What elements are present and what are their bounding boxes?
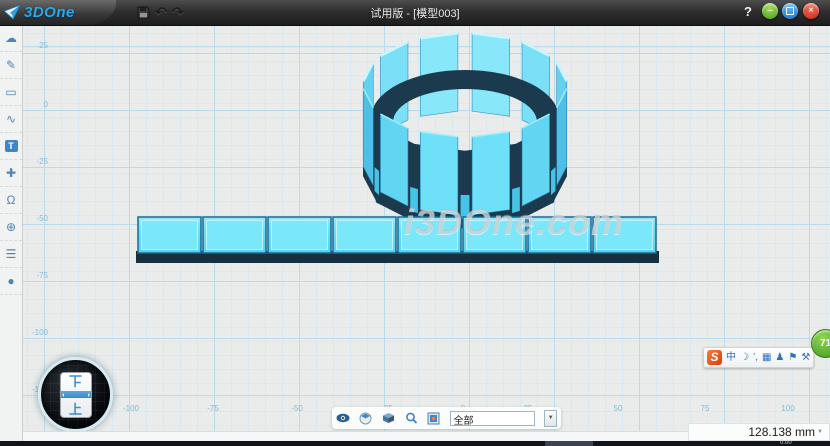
window-title: 试用版 - [模型003] <box>0 5 830 21</box>
special-features-icon: ∿ <box>6 112 16 126</box>
display-mode-icon[interactable] <box>382 411 396 425</box>
materials-icon: ☰ <box>6 247 17 261</box>
measurement-dropdown-icon[interactable]: ▼ <box>817 429 823 435</box>
input-tools-icon[interactable]: ♟ <box>775 353 784 363</box>
sidebar-item-special-features[interactable]: ∿ <box>0 106 22 133</box>
moon-mode-icon[interactable]: ☽ <box>740 353 749 363</box>
taskbar-active-app[interactable] <box>545 441 593 446</box>
help-button[interactable]: ? <box>744 4 752 19</box>
sogou-logo[interactable]: S <box>707 350 722 365</box>
filter-dropdown-arrow[interactable]: ▼ <box>544 410 557 427</box>
taskbar: 0.00 <box>0 441 830 446</box>
punctuation-icon[interactable]: ’, <box>753 353 758 363</box>
ring-model[interactable] <box>363 33 567 229</box>
bar-model[interactable] <box>136 217 659 263</box>
magnet-assembly-icon: Ω <box>7 193 16 207</box>
settings-wrench-icon[interactable]: ⚒ <box>801 353 810 363</box>
close-button[interactable]: × <box>803 3 819 19</box>
left-toolbar: ☁ ✎ ▭ ∿ T ✚ Ω ⊕ ☰ ● <box>0 25 23 441</box>
taskbar-value: 0.00 <box>780 440 792 446</box>
move-icon: ✚ <box>6 166 16 180</box>
maximize-icon <box>786 7 794 15</box>
sidebar-item-plane[interactable]: ▭ <box>0 79 22 106</box>
view-orientation-button[interactable]: 上 上 <box>38 357 113 432</box>
view-orientation-icon[interactable] <box>359 411 373 425</box>
render-icon: ● <box>7 274 14 288</box>
sidebar-item-community[interactable]: ⊕ <box>0 214 22 241</box>
sidebar-item-magnet-assembly[interactable]: Ω <box>0 187 22 214</box>
chinese-mode-icon[interactable]: 中 <box>726 353 736 363</box>
skin-icon[interactable]: ⚑ <box>788 353 797 363</box>
visibility-eye-icon[interactable] <box>336 411 350 425</box>
view-label: 上 <box>69 403 82 416</box>
sketch-icon: ✎ <box>6 58 16 72</box>
measurement-chip: 128.138 mm ▼ <box>688 423 830 441</box>
sidebar-item-move[interactable]: ✚ <box>0 160 22 187</box>
render-settings-icon[interactable] <box>427 411 441 425</box>
display-toolbar: 全部 ▼ <box>332 407 561 429</box>
minimize-button[interactable]: – <box>762 3 778 19</box>
community-icon: ⊕ <box>6 220 16 234</box>
sidebar-item-materials[interactable]: ☰ <box>0 241 22 268</box>
title-bar: 3DOne ↶ ↷ 试用版 - [模型003] ? – × <box>0 0 830 26</box>
soft-keyboard-icon[interactable]: ▦ <box>762 353 771 363</box>
maximize-button[interactable] <box>782 3 798 19</box>
measurement-value: 128.138 mm <box>748 425 815 439</box>
view-divider <box>61 391 91 398</box>
view-cube-icon: 上 上 <box>60 372 92 418</box>
viewport-canvas[interactable]: i3DOne.com 250-25-50-75-100-125-125-100-… <box>22 25 830 431</box>
models-library-icon: ☁ <box>5 31 17 45</box>
zoom-icon[interactable] <box>404 411 418 425</box>
sidebar-item-models-library[interactable]: ☁ <box>0 25 22 52</box>
plane-icon: ▭ <box>5 85 16 99</box>
sidebar-item-render[interactable]: ● <box>0 268 22 295</box>
text-3d-icon: T <box>5 140 18 152</box>
sidebar-item-text-3d[interactable]: T <box>0 133 22 160</box>
filter-dropdown[interactable]: 全部 <box>450 411 536 426</box>
input-method-bar: S 中 ☽ ’, ▦ ♟ ⚑ ⚒ <box>703 347 814 368</box>
model-3d[interactable] <box>22 25 830 431</box>
sidebar-item-sketch[interactable]: ✎ <box>0 52 22 79</box>
view-label-mirrored: 上 <box>69 374 82 387</box>
